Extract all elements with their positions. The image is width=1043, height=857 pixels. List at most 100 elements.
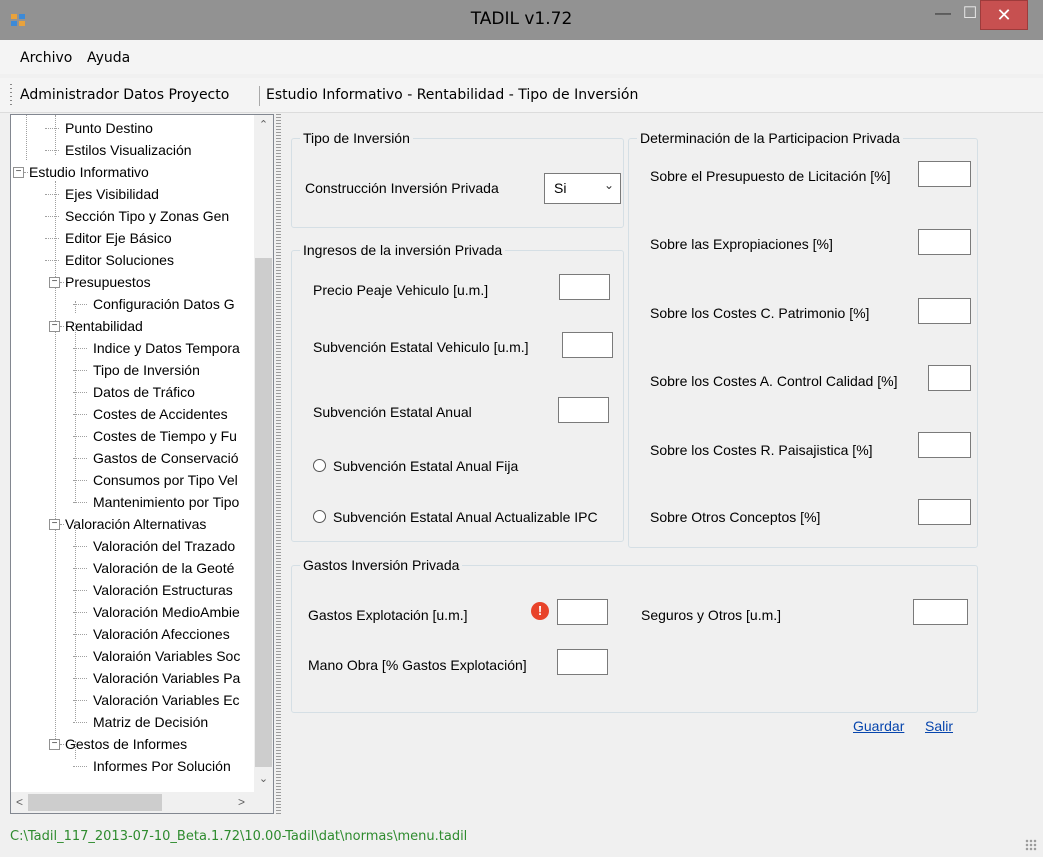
window-title: TADIL v1.72 (470, 9, 573, 29)
tree-item[interactable]: Valoración Variables Ec (93, 690, 240, 710)
seguros-label: Seguros y Otros [u.m.] (641, 607, 782, 623)
tree-item[interactable]: Valoraión Variables Soc (93, 646, 240, 666)
precio-peaje-input[interactable] (559, 274, 610, 300)
close-button[interactable]: ✕ (980, 0, 1028, 30)
tree-item[interactable]: Presupuestos (65, 272, 151, 292)
tree-item[interactable]: Mantenimiento por Tipo (93, 492, 239, 512)
tree-item[interactable]: Valoración MedioAmbie (93, 602, 240, 622)
tree-item[interactable]: Costes de Accidentes (93, 404, 228, 424)
tree-item[interactable]: Valoración Variables Pa (93, 668, 240, 688)
tree-horizontal-scrollbar[interactable]: < > (11, 792, 254, 813)
radio-fija[interactable] (313, 459, 326, 472)
collapse-icon[interactable]: − (49, 277, 60, 288)
tree-item[interactable]: Editor Soluciones (65, 250, 174, 270)
radio-fija-label[interactable]: Subvención Estatal Anual Fija (333, 458, 518, 474)
menu-ayuda[interactable]: Ayuda (87, 50, 130, 66)
construccion-select-value: Si (554, 180, 567, 196)
breadcrumb: Estudio Informativo - Rentabilidad - Tip… (266, 87, 639, 103)
gastos-explotacion-input[interactable] (557, 599, 608, 625)
tree-item[interactable]: Valoración de la Geoté (93, 558, 234, 578)
participacion-input-1[interactable] (918, 229, 971, 255)
scroll-up-icon[interactable]: ⌃ (254, 117, 273, 134)
tree-item[interactable]: Informes Por Solución (93, 756, 231, 776)
construccion-label: Construcción Inversión Privada (305, 180, 499, 196)
resize-grip-icon[interactable] (1025, 839, 1037, 851)
participacion-label-5: Sobre Otros Conceptos [%] (650, 509, 821, 525)
guardar-link[interactable]: Guardar (853, 718, 904, 734)
tree-item[interactable]: Editor Eje Básico (65, 228, 172, 248)
tree-item[interactable]: Consumos por Tipo Vel (93, 470, 238, 490)
subvencion-vehiculo-input[interactable] (562, 332, 613, 358)
scroll-thumb[interactable] (255, 258, 272, 767)
tree-item[interactable]: Rentabilidad (65, 316, 143, 336)
collapse-icon[interactable]: − (49, 519, 60, 530)
gastos-explotacion-label: Gastos Explotación [u.m.] (308, 607, 468, 623)
tree-item[interactable]: Datos de Tráfico (93, 382, 195, 402)
scroll-corner (254, 792, 273, 813)
subvencion-vehiculo-label: Subvención Estatal Vehiculo [u.m.] (313, 339, 529, 355)
tree-item[interactable]: Valoración Afecciones (93, 624, 230, 644)
participacion-label-2: Sobre los Costes C. Patrimonio [%] (650, 305, 870, 321)
tree-item[interactable]: Tipo de Inversión (93, 360, 200, 380)
scroll-left-icon[interactable]: < (11, 792, 28, 813)
menu-archivo[interactable]: Archivo (20, 50, 72, 66)
subvencion-anual-label: Subvención Estatal Anual (313, 404, 472, 420)
scroll-right-icon[interactable]: > (233, 792, 250, 813)
tree-item[interactable]: Matriz de Decisión (93, 712, 208, 732)
tree-item[interactable]: Gestos de Informes (65, 734, 187, 754)
tree-item[interactable]: Estilos Visualización (65, 140, 192, 160)
groupbox-title: Determinación de la Participacion Privad… (637, 130, 903, 146)
tree-item[interactable]: Sección Tipo y Zonas Gen (65, 206, 229, 226)
toolbar: Administrador Datos Proyecto Estudio Inf… (0, 78, 1043, 113)
tree-item[interactable]: Valoración Estructuras (93, 580, 233, 600)
salir-link[interactable]: Salir (925, 718, 953, 734)
groupbox-participacion: Determinación de la Participacion Privad… (628, 130, 978, 548)
status-path: C:\Tadil_117_2013-07-10_Beta.1.72\10.00-… (10, 829, 468, 844)
tree-item[interactable]: Valoración Alternativas (65, 514, 206, 534)
menu-bar: Archivo Ayuda (0, 40, 1043, 74)
scroll-down-icon[interactable]: ⌄ (254, 771, 273, 788)
groupbox-title: Tipo de Inversión (300, 130, 413, 146)
panel-splitter[interactable] (276, 114, 281, 814)
participacion-label-1: Sobre las Expropiaciones [%] (650, 236, 833, 252)
toolbar-separator (259, 86, 260, 106)
collapse-icon[interactable]: − (49, 321, 60, 332)
admin-datos-proyecto-button[interactable]: Administrador Datos Proyecto (20, 87, 229, 103)
participacion-input-0[interactable] (918, 161, 971, 187)
groupbox-title: Gastos Inversión Privada (300, 557, 463, 573)
groupbox-gastos: Gastos Inversión Privada (291, 557, 978, 713)
chevron-down-icon: ⌄ (603, 178, 614, 192)
participacion-label-3: Sobre los Costes A. Control Calidad [%] (650, 373, 898, 389)
mano-obra-input[interactable] (557, 649, 608, 675)
tree-item[interactable]: Gastos de Conservació (93, 448, 239, 468)
groupbox-title: Ingresos de la inversión Privada (300, 242, 506, 258)
participacion-label-0: Sobre el Presupuesto de Licitación [%] (650, 168, 891, 184)
error-icon: ! (531, 602, 549, 620)
tree-item[interactable]: Valoración del Trazado (93, 536, 235, 556)
tree-item[interactable]: Configuración Datos G (93, 294, 235, 314)
title-bar: TADIL v1.72 — ☐ ✕ (0, 0, 1043, 40)
tree-item[interactable]: Estudio Informativo (29, 162, 149, 182)
subvencion-anual-input[interactable] (558, 397, 609, 423)
participacion-input-3[interactable] (928, 365, 971, 391)
tree-item[interactable]: Costes de Tiempo y Fu (93, 426, 237, 446)
radio-ipc-label[interactable]: Subvención Estatal Anual Actualizable IP… (333, 509, 598, 525)
navigation-tree[interactable]: Punto Destino Estilos Visualización − Estud… (10, 114, 274, 814)
participacion-input-4[interactable] (918, 432, 971, 458)
seguros-input[interactable] (913, 599, 968, 625)
collapse-icon[interactable]: − (13, 167, 24, 178)
participacion-input-2[interactable] (918, 298, 971, 324)
tree-item[interactable]: Punto Destino (65, 118, 153, 138)
toolbar-grip[interactable] (10, 84, 12, 106)
collapse-icon[interactable]: − (49, 739, 60, 750)
hscroll-thumb[interactable] (28, 794, 162, 811)
radio-ipc[interactable] (313, 510, 326, 523)
construccion-select[interactable]: Si ⌄ (544, 173, 621, 204)
tree-item[interactable]: Ejes Visibilidad (65, 184, 159, 204)
participacion-input-5[interactable] (918, 499, 971, 525)
tree-item[interactable]: Indice y Datos Tempora (93, 338, 240, 358)
mano-obra-label: Mano Obra [% Gastos Explotación] (308, 657, 527, 673)
status-bar: C:\Tadil_117_2013-07-10_Beta.1.72\10.00-… (0, 821, 1043, 857)
tree-vertical-scrollbar[interactable]: ⌃ ⌄ (254, 115, 273, 792)
participacion-label-4: Sobre los Costes R. Paisajistica [%] (650, 442, 873, 458)
